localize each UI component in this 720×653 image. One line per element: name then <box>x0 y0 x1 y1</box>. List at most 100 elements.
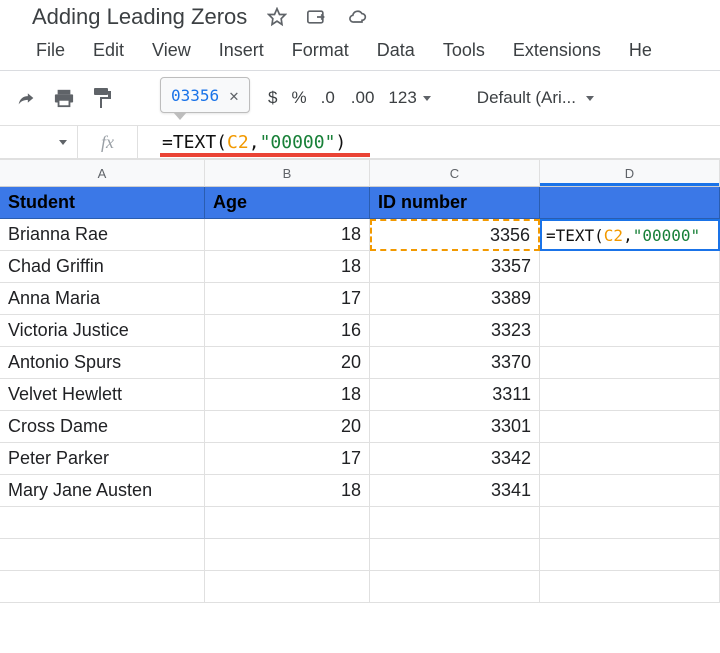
cell[interactable] <box>540 315 720 347</box>
spreadsheet-grid[interactable]: A B C D Student Age ID number Brianna Ra… <box>0 159 720 603</box>
cell[interactable]: 3311 <box>370 379 540 411</box>
active-cell[interactable]: =TEXT(C2,"00000" <box>540 219 720 251</box>
cell[interactable]: 16 <box>205 315 370 347</box>
cell[interactable] <box>370 571 540 603</box>
cell[interactable] <box>540 507 720 539</box>
title-bar: Adding Leading Zeros <box>0 0 720 34</box>
star-icon[interactable] <box>267 7 287 27</box>
formula-result-value: 03356 <box>171 86 219 105</box>
decrease-decimal-button[interactable]: .0 <box>321 88 337 108</box>
table-row: Victoria Justice 16 3323 <box>0 315 720 347</box>
currency-format-button[interactable]: $ <box>268 88 277 108</box>
cell[interactable]: Brianna Rae <box>0 219 205 251</box>
formula-result-tooltip: 03356 ✕ <box>160 77 250 113</box>
table-row <box>0 539 720 571</box>
cell[interactable]: Victoria Justice <box>0 315 205 347</box>
cell[interactable] <box>0 539 205 571</box>
increase-decimal-label: .00 <box>351 88 375 108</box>
cell[interactable]: 17 <box>205 443 370 475</box>
cell[interactable] <box>370 539 540 571</box>
name-box[interactable] <box>0 126 78 158</box>
cell[interactable]: 18 <box>205 379 370 411</box>
cell[interactable]: 3357 <box>370 251 540 283</box>
col-header-B[interactable]: B <box>205 160 370 187</box>
cell[interactable]: Peter Parker <box>0 443 205 475</box>
header-empty[interactable] <box>540 187 720 219</box>
cell[interactable]: 20 <box>205 411 370 443</box>
percent-format-button[interactable]: % <box>291 88 306 108</box>
table-row: Brianna Rae 18 3356 =TEXT(C2,"00000" <box>0 219 720 251</box>
cell[interactable]: Velvet Hewlett <box>0 379 205 411</box>
cell[interactable]: 18 <box>205 251 370 283</box>
cell[interactable] <box>540 379 720 411</box>
cell[interactable]: 20 <box>205 347 370 379</box>
toolbar: 03356 ✕ $ % .0 .00 123 Default (Ari... <box>0 71 720 125</box>
menu-tools[interactable]: Tools <box>443 40 485 60</box>
cloud-icon[interactable] <box>347 7 367 27</box>
cell[interactable] <box>540 347 720 379</box>
cell[interactable] <box>540 251 720 283</box>
cell[interactable]: 3370 <box>370 347 540 379</box>
cell[interactable]: Antonio Spurs <box>0 347 205 379</box>
cell[interactable]: 3301 <box>370 411 540 443</box>
menu-edit[interactable]: Edit <box>93 40 124 60</box>
table-row <box>0 571 720 603</box>
formula-input[interactable]: =TEXT(C2,"00000") <box>138 126 720 158</box>
table-row: Peter Parker 17 3342 <box>0 443 720 475</box>
cell[interactable] <box>205 507 370 539</box>
cell[interactable] <box>540 539 720 571</box>
menu-data[interactable]: Data <box>377 40 415 60</box>
col-header-A[interactable]: A <box>0 160 205 187</box>
cell[interactable]: Anna Maria <box>0 283 205 315</box>
cell[interactable] <box>370 507 540 539</box>
menu-help[interactable]: He <box>629 40 652 60</box>
cell[interactable] <box>540 443 720 475</box>
cell[interactable] <box>540 283 720 315</box>
cell[interactable] <box>205 571 370 603</box>
increase-decimal-button[interactable]: .00 <box>351 88 375 108</box>
cell[interactable]: 3341 <box>370 475 540 507</box>
formula-bar: fx =TEXT(C2,"00000") <box>0 125 720 159</box>
decrease-decimal-label: .0 <box>321 88 335 108</box>
cell[interactable]: 18 <box>205 219 370 251</box>
cell[interactable]: 3342 <box>370 443 540 475</box>
doc-title[interactable]: Adding Leading Zeros <box>32 4 247 30</box>
cell-referenced[interactable]: 3356 <box>370 219 540 251</box>
menu-extensions[interactable]: Extensions <box>513 40 601 60</box>
col-header-D[interactable]: D <box>540 160 720 187</box>
number-format-label: 123 <box>388 88 416 108</box>
paint-format-icon[interactable] <box>90 86 114 110</box>
cell[interactable]: 18 <box>205 475 370 507</box>
cell[interactable]: 17 <box>205 283 370 315</box>
print-icon[interactable] <box>52 86 76 110</box>
table-row <box>0 507 720 539</box>
cell[interactable] <box>205 539 370 571</box>
redo-icon[interactable] <box>14 86 38 110</box>
cell[interactable] <box>540 475 720 507</box>
close-icon[interactable]: ✕ <box>229 86 239 105</box>
cell-formula-token: , <box>623 226 633 245</box>
menu-file[interactable]: File <box>36 40 65 60</box>
header-student[interactable]: Student <box>0 187 205 219</box>
cell[interactable]: 3389 <box>370 283 540 315</box>
cell[interactable] <box>540 571 720 603</box>
table-row: Chad Griffin 18 3357 <box>0 251 720 283</box>
menu-format[interactable]: Format <box>292 40 349 60</box>
header-id[interactable]: ID number <box>370 187 540 219</box>
cell[interactable] <box>0 571 205 603</box>
font-picker[interactable]: Default (Ari... <box>477 88 594 108</box>
cell[interactable]: Cross Dame <box>0 411 205 443</box>
menu-insert[interactable]: Insert <box>219 40 264 60</box>
cell[interactable]: Mary Jane Austen <box>0 475 205 507</box>
cell[interactable] <box>540 411 720 443</box>
move-icon[interactable] <box>307 7 327 27</box>
menu-view[interactable]: View <box>152 40 191 60</box>
header-age[interactable]: Age <box>205 187 370 219</box>
cell[interactable]: 3323 <box>370 315 540 347</box>
col-header-C[interactable]: C <box>370 160 540 187</box>
formula-token: , <box>249 132 260 153</box>
number-format-button[interactable]: 123 <box>388 88 430 108</box>
cell[interactable] <box>0 507 205 539</box>
cell[interactable]: Chad Griffin <box>0 251 205 283</box>
table-row: Velvet Hewlett 18 3311 <box>0 379 720 411</box>
